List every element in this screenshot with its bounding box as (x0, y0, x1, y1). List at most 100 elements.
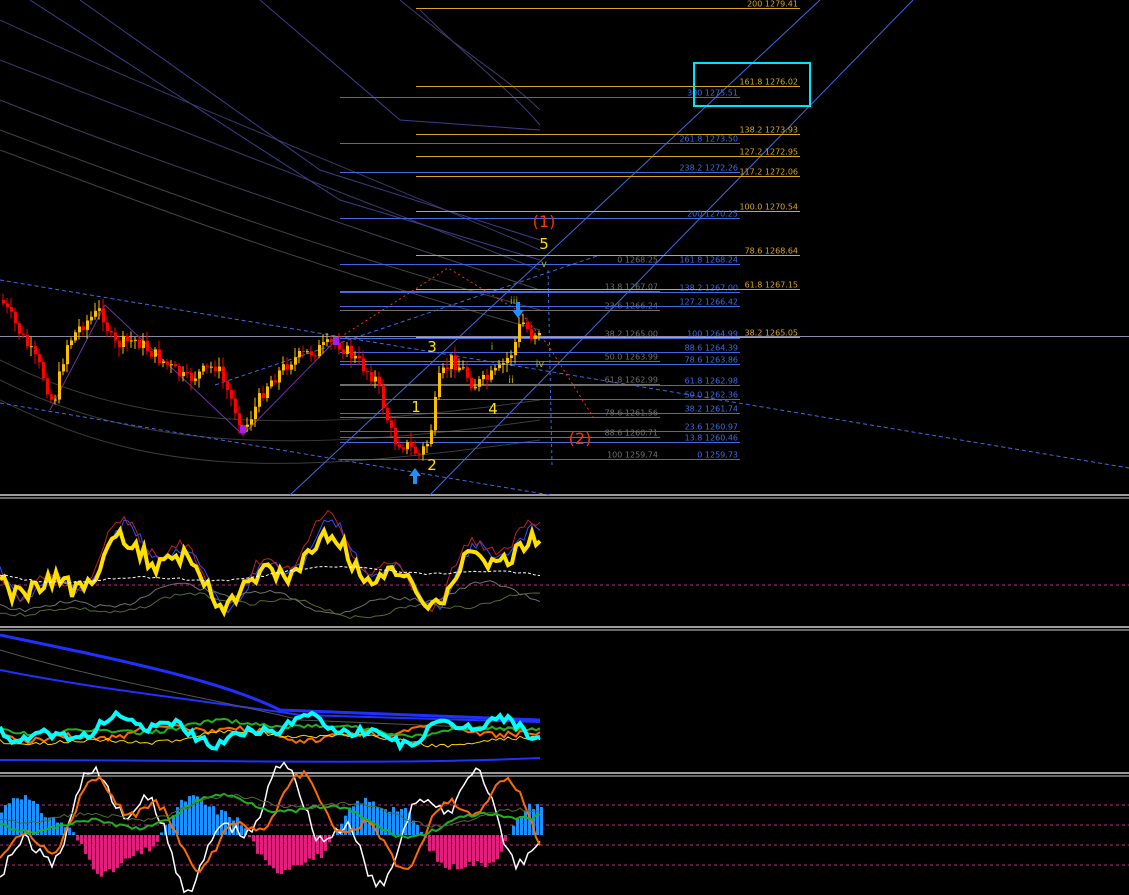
candle-body-101 (406, 442, 409, 450)
candle-body-112 (450, 355, 453, 370)
candle-body-4 (18, 323, 21, 334)
histogram-bar-130 (520, 817, 523, 835)
histogram-bar-19 (76, 835, 79, 841)
histogram-bar-108 (432, 835, 435, 851)
histogram-bar-50 (200, 800, 203, 835)
histogram-bar-104 (416, 824, 419, 835)
histogram-series-0 (0, 761, 541, 894)
candle-body-19 (78, 326, 81, 333)
histogram-bar-10 (40, 813, 43, 835)
candle-body-12 (50, 394, 53, 400)
candle-body-7 (30, 346, 33, 348)
histogram-bar-31 (124, 835, 127, 859)
histogram-bar-47 (188, 796, 191, 835)
histogram-bar-135 (540, 807, 543, 835)
candle-body-33 (134, 339, 137, 341)
histogram-bar-124 (496, 835, 499, 859)
candle-body-25 (102, 308, 105, 323)
candle-body-124 (498, 364, 501, 369)
fib-label-33: 0 1259.73 (697, 451, 738, 460)
candle-body-38 (154, 349, 157, 357)
candle-body-72 (290, 364, 293, 370)
fib-label-3: 138.2 1273.93 (739, 126, 798, 135)
candle-body-93 (374, 376, 377, 382)
candle-body-115 (462, 367, 465, 369)
histogram-bar-113 (452, 835, 455, 865)
candle-body-14 (58, 371, 61, 400)
candle-body-80 (322, 342, 325, 345)
candle-body-88 (354, 355, 357, 359)
candle-body-122 (490, 370, 493, 380)
candle-body-134 (538, 332, 541, 336)
candle-body-42 (170, 364, 173, 366)
histogram-bar-118 (472, 835, 475, 867)
fib-levels: 200 1279.41161.8 1276.02300 1275.51138.2… (340, 0, 800, 460)
histogram-bar-131 (524, 810, 527, 835)
candle-body-44 (178, 366, 181, 377)
candle-body-10 (42, 362, 45, 379)
candle-body-59 (238, 413, 241, 426)
histogram-bar-45 (180, 799, 183, 835)
candle-body-118 (474, 386, 477, 389)
fib-label-17: 127.2 1266.42 (679, 298, 738, 307)
histogram-bar-8 (32, 800, 35, 835)
wave-label-11: v (541, 259, 547, 270)
candle-body-30 (122, 335, 125, 348)
histogram-bar-18 (72, 832, 75, 835)
candle-body-81 (326, 339, 329, 343)
candle-body-103 (414, 446, 417, 454)
candle-body-20 (82, 326, 85, 330)
fib-label-32: 100 1259.74 (607, 451, 658, 460)
histogram-bar-67 (268, 835, 271, 866)
candle-body-113 (454, 355, 457, 371)
histogram-bar-36 (144, 835, 147, 848)
candle-body-52 (210, 366, 213, 368)
histogram-bar-77 (308, 835, 311, 859)
histogram-bar-29 (116, 835, 119, 868)
histogram-bar-30 (120, 835, 123, 864)
fib-label-29: 23.6 1260.97 (685, 423, 738, 432)
candle-body-53 (214, 366, 217, 372)
histogram-bar-95 (380, 807, 383, 835)
candle-body-15 (62, 364, 65, 372)
histogram-bar-32 (128, 835, 131, 859)
fib-label-7: 117.2 1272.06 (739, 168, 798, 177)
candle-body-5 (22, 333, 25, 335)
fib-label-24: 61.8 1262.99 (605, 376, 658, 385)
histogram-bar-111 (444, 835, 447, 868)
fib-label-10: 0 1268.25 (617, 256, 658, 265)
moving-average-panel (0, 633, 541, 763)
candle-body-120 (482, 374, 485, 380)
fib-label-23: 78.6 1263.86 (685, 356, 738, 365)
candle-body-54 (218, 366, 221, 372)
candle-body-39 (158, 349, 161, 364)
candle-body-13 (54, 399, 57, 401)
ma-series-1 (0, 669, 541, 723)
histogram-bar-65 (260, 835, 263, 855)
wave-label-6: (2) (569, 429, 592, 448)
fib-label-30: 88.6 1260.71 (605, 429, 658, 438)
candle-body-32 (130, 340, 133, 342)
histogram-bar-114 (456, 835, 459, 870)
fib-label-8: 100.0 1270.54 (739, 203, 798, 212)
histogram-bar-117 (468, 835, 471, 862)
histogram-bar-51 (204, 804, 207, 835)
histogram-bar-78 (312, 835, 315, 860)
histogram-bar-116 (464, 835, 467, 868)
candle-body-76 (306, 351, 309, 353)
histogram-bar-120 (480, 835, 483, 864)
fib-label-22: 50.0 1263.99 (605, 353, 658, 362)
fib-label-4: 261.8 1273.50 (679, 135, 738, 144)
candle-body-91 (366, 371, 369, 373)
candle-body-8 (34, 346, 37, 355)
candle-body-70 (282, 364, 285, 371)
histogram-bar-43 (172, 815, 175, 835)
wave-label-4: 5 (539, 235, 549, 253)
histogram-bar-17 (68, 827, 71, 835)
fib-label-25: 61.8 1262.98 (685, 377, 738, 386)
candle-body-2 (10, 306, 13, 312)
candle-body-95 (382, 385, 385, 409)
histogram-bar-119 (476, 835, 479, 861)
candle-body-31 (126, 335, 129, 342)
histogram-bar-38 (152, 835, 155, 847)
